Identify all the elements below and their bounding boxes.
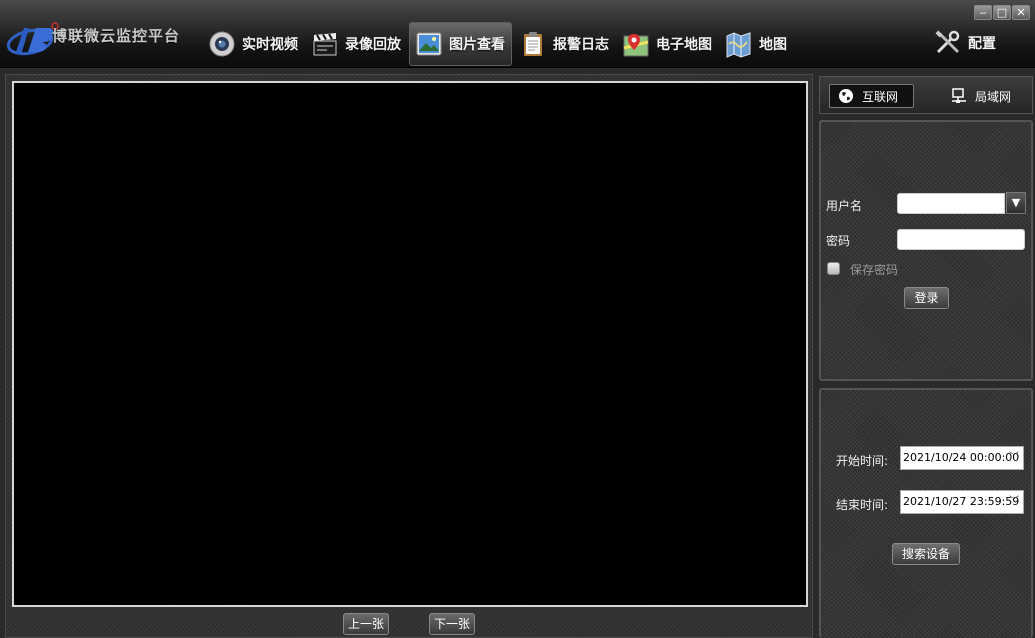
nav-label: 实时视频 [242, 37, 298, 53]
maximize-icon: □ [996, 6, 1008, 19]
next-picture-button[interactable]: 下一张 [429, 613, 476, 635]
username-label: 用户名 [826, 199, 863, 213]
minimize-button[interactable]: ‒ [974, 5, 992, 20]
network-icon [952, 88, 966, 103]
remember-password-checkbox[interactable] [827, 262, 840, 275]
login-button[interactable]: 登录 [904, 287, 949, 309]
chevron-down-icon: ﹀ [1009, 452, 1019, 463]
chevron-down-icon[interactable]: ▼ [1006, 192, 1026, 214]
maximize-button[interactable]: □ [993, 5, 1011, 20]
clipboard-icon [524, 32, 542, 56]
config-label: 配置 [968, 36, 996, 52]
map-pin-icon [623, 34, 649, 57]
tab-internet[interactable]: 互联网 [829, 84, 914, 108]
minimize-icon: ‒ [979, 6, 987, 19]
tab-lan[interactable]: 局域网 [943, 84, 1028, 108]
window-controls: ‒ □ ✕ [974, 5, 1031, 20]
config-button[interactable]: 配置 [934, 30, 996, 56]
previous-picture-button[interactable]: 上一张 [343, 613, 390, 635]
username-combobox[interactable] [897, 193, 1005, 214]
close-button[interactable]: ✕ [1012, 5, 1030, 20]
nav-item-alarm-log[interactable]: 报警日志 [514, 22, 615, 66]
end-time-value: 2021/10/27 23:59:59 [903, 495, 1020, 508]
app-title: 博联微云监控平台 [52, 27, 181, 45]
end-time-label: 结束时间: [836, 498, 889, 512]
nav-label: 报警日志 [553, 37, 609, 53]
nav-item-live-video[interactable]: 实时视频 [203, 22, 304, 66]
top-toolbar: 博联微云监控平台 实时视频 录像回放 图片查看 报警日志 电子地图 地图 配置 … [0, 0, 1035, 68]
nav-item-map[interactable]: 地图 [720, 22, 793, 66]
password-label: 密码 [826, 234, 851, 248]
nav-label: 地图 [759, 37, 787, 53]
camera-icon [209, 31, 235, 57]
password-field[interactable] [897, 229, 1025, 250]
start-time-picker[interactable]: 2021/10/24 00:00:00 ﹀ [900, 446, 1024, 470]
picture-display[interactable] [12, 81, 808, 607]
nav-label: 电子地图 [656, 37, 712, 53]
picture-icon [416, 32, 442, 56]
folded-map-icon [726, 32, 751, 58]
tab-lan-label: 局域网 [975, 89, 1012, 104]
nav-item-picture-view[interactable]: 图片查看 [409, 22, 512, 66]
nav-label: 图片查看 [449, 37, 505, 53]
viewer-panel: 上一张 下一张 [5, 74, 813, 638]
tools-icon [935, 30, 960, 54]
end-time-picker[interactable]: 2021/10/27 23:59:59 ﹀ [900, 490, 1024, 514]
tab-internet-label: 互联网 [862, 89, 899, 104]
remember-password-label: 保存密码 [850, 263, 899, 277]
network-tabs: 互联网 局域网 [819, 76, 1033, 114]
start-time-value: 2021/10/24 00:00:00 [903, 451, 1020, 464]
login-panel: 用户名 ▼ 密码 保存密码 登录 [819, 120, 1033, 381]
nav-item-e-map[interactable]: 电子地图 [617, 22, 718, 66]
chevron-down-icon: ﹀ [1009, 496, 1019, 507]
search-panel: 开始时间: 2021/10/24 00:00:00 ﹀ 结束时间: 2021/1… [819, 388, 1033, 638]
main-nav: 实时视频 录像回放 图片查看 报警日志 电子地图 地图 [203, 22, 795, 66]
search-devices-button[interactable]: 搜索设备 [892, 543, 960, 565]
globe-icon [839, 89, 853, 103]
start-time-label: 开始时间: [836, 454, 889, 468]
clapperboard-icon [313, 33, 337, 56]
nav-item-playback[interactable]: 录像回放 [306, 22, 407, 66]
close-icon: ✕ [1016, 6, 1026, 19]
nav-label: 录像回放 [345, 37, 401, 53]
